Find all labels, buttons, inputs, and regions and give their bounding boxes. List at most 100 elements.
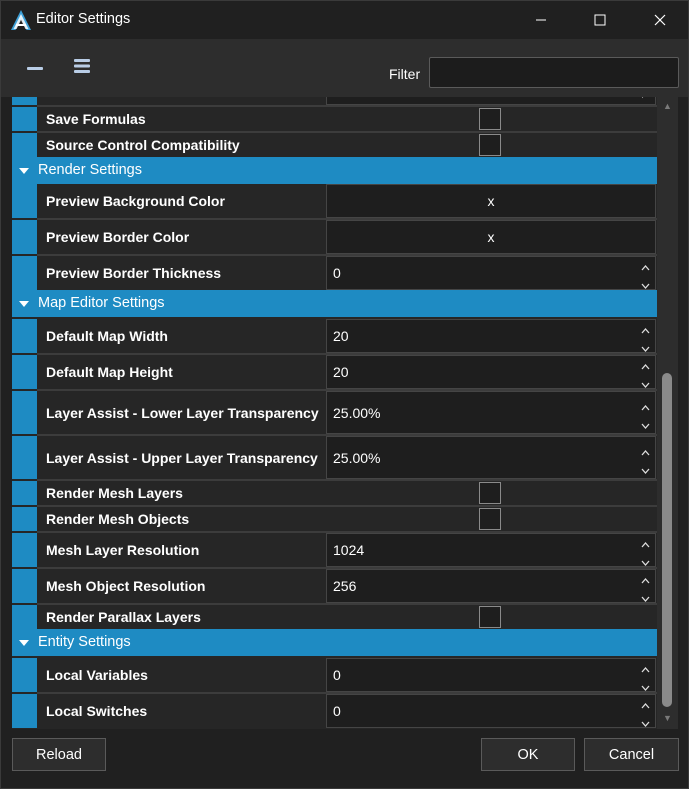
spinner[interactable]: [639, 443, 651, 474]
property-label: Local Variables: [37, 658, 326, 692]
spin-up-icon[interactable]: [641, 571, 650, 589]
spinner[interactable]: [639, 571, 651, 602]
scrollbar-thumb[interactable]: [662, 373, 672, 707]
property-row-render-parallax-layers: Render Parallax Layers: [12, 605, 657, 629]
property-label: Layer Assist - Lower Layer Transparency: [37, 391, 326, 434]
spinner[interactable]: [639, 357, 651, 388]
spin-down-icon[interactable]: [641, 714, 650, 729]
spinner[interactable]: [639, 696, 651, 729]
spin-down-icon[interactable]: [641, 416, 650, 434]
property-row-default-map-width: Default Map Width 20: [12, 319, 657, 353]
property-label: Local Switches: [37, 694, 326, 728]
property-label: Render Mesh Layers: [37, 481, 326, 505]
property-row-lower-layer-transparency: Layer Assist - Lower Layer Transparency …: [12, 391, 657, 434]
close-button[interactable]: [637, 1, 683, 39]
expand-arrow-icon[interactable]: [19, 168, 29, 174]
spin-up-icon[interactable]: [641, 357, 650, 375]
number-input[interactable]: 0: [326, 658, 656, 692]
property-row-mesh-object-resolution: Mesh Object Resolution 256: [12, 569, 657, 603]
number-input[interactable]: 0: [326, 694, 656, 728]
list-view-icon: [74, 58, 90, 78]
spin-up-icon[interactable]: [641, 321, 650, 339]
number-input[interactable]: 25.00%: [326, 391, 656, 434]
property-label: Default Map Width: [37, 319, 326, 353]
property-row: ▼: [12, 97, 657, 105]
property-row-local-switches: Local Switches 0: [12, 694, 657, 728]
number-input[interactable]: 1024: [326, 533, 656, 567]
spinner[interactable]: [639, 398, 651, 429]
spin-up-icon[interactable]: [641, 696, 650, 714]
property-label: Save Formulas: [37, 107, 326, 131]
number-input[interactable]: 25.00%: [326, 436, 656, 479]
maximize-button[interactable]: [577, 1, 623, 39]
property-label: Default Map Height: [37, 355, 326, 389]
property-label: Mesh Layer Resolution: [37, 533, 326, 567]
property-value-field[interactable]: ▼: [326, 97, 656, 105]
category-entity-settings[interactable]: Entity Settings: [12, 629, 657, 656]
property-label: Layer Assist - Upper Layer Transparency: [37, 436, 326, 479]
render-mesh-layers-checkbox[interactable]: [479, 482, 501, 504]
minimize-button[interactable]: [518, 1, 564, 39]
expand-arrow-icon[interactable]: [19, 301, 29, 307]
number-input[interactable]: 256: [326, 569, 656, 603]
property-label: Render Parallax Layers: [37, 605, 326, 629]
property-row-local-variables: Local Variables 0: [12, 658, 657, 692]
render-mesh-objects-checkbox[interactable]: [479, 508, 501, 530]
category-render-settings[interactable]: Render Settings: [12, 157, 657, 184]
property-label: Preview Border Color: [37, 220, 326, 254]
collapse-all-button[interactable]: [22, 57, 48, 79]
save-formulas-checkbox[interactable]: [479, 108, 501, 130]
property-label: Preview Border Thickness: [37, 256, 326, 290]
filter-label: Filter: [389, 66, 421, 82]
property-label: Preview Background Color: [37, 184, 326, 218]
toolbar: Filter: [1, 39, 688, 97]
property-label: Mesh Object Resolution: [37, 569, 326, 603]
property-row-preview-border-color: Preview Border Color x: [12, 220, 657, 254]
source-control-checkbox[interactable]: [479, 134, 501, 156]
property-label: Render Mesh Objects: [37, 507, 326, 531]
editor-settings-window: Editor Settings Filter Save Formulas Sou…: [0, 0, 689, 789]
app-logo-icon: [10, 9, 32, 31]
spinner[interactable]: [639, 535, 651, 566]
list-view-button[interactable]: [69, 57, 95, 79]
spin-up-icon[interactable]: [641, 398, 650, 416]
spin-up-icon[interactable]: [641, 535, 650, 553]
property-grid: ▼ Save Formulas Source Control Compatibi…: [12, 97, 657, 729]
ok-button[interactable]: OK: [481, 738, 575, 771]
render-parallax-layers-checkbox[interactable]: [479, 606, 501, 628]
color-picker-field[interactable]: x: [326, 184, 656, 218]
scroll-down-icon[interactable]: ▼: [657, 711, 678, 725]
scroll-up-icon[interactable]: ▲: [657, 99, 678, 113]
spin-up-icon[interactable]: [641, 258, 650, 276]
property-row-preview-background-color: Preview Background Color x: [12, 184, 657, 218]
window-title: Editor Settings: [36, 11, 131, 27]
reload-button[interactable]: Reload: [12, 738, 106, 771]
category-map-editor-settings[interactable]: Map Editor Settings: [12, 290, 657, 317]
spinner[interactable]: [639, 321, 651, 352]
property-row-render-mesh-objects: Render Mesh Objects: [12, 507, 657, 531]
vertical-scrollbar[interactable]: ▲ ▼: [657, 97, 678, 729]
number-input[interactable]: 20: [326, 355, 656, 389]
property-row-mesh-layer-resolution: Mesh Layer Resolution 1024: [12, 533, 657, 567]
property-row-save-formulas: Save Formulas: [12, 107, 657, 131]
spin-up-icon[interactable]: [641, 660, 650, 678]
collapse-all-icon: [27, 59, 43, 77]
property-label: [37, 97, 326, 105]
spin-down-icon[interactable]: [641, 461, 650, 479]
chevron-down-icon[interactable]: ▼: [638, 97, 647, 100]
spin-up-icon[interactable]: [641, 443, 650, 461]
property-row-render-mesh-layers: Render Mesh Layers: [12, 481, 657, 505]
number-input[interactable]: 20: [326, 319, 656, 353]
color-picker-field[interactable]: x: [326, 220, 656, 254]
property-row-upper-layer-transparency: Layer Assist - Upper Layer Transparency …: [12, 436, 657, 479]
number-input[interactable]: 0: [326, 256, 656, 290]
property-row-preview-border-thickness: Preview Border Thickness 0: [12, 256, 657, 290]
property-row-default-map-height: Default Map Height 20: [12, 355, 657, 389]
property-row-source-control: Source Control Compatibility: [12, 133, 657, 157]
filter-input[interactable]: [429, 57, 679, 88]
spinner[interactable]: [639, 660, 651, 691]
spinner[interactable]: [639, 258, 651, 289]
cancel-button[interactable]: Cancel: [584, 738, 679, 771]
expand-arrow-icon[interactable]: [19, 640, 29, 646]
title-bar: Editor Settings: [1, 1, 688, 39]
